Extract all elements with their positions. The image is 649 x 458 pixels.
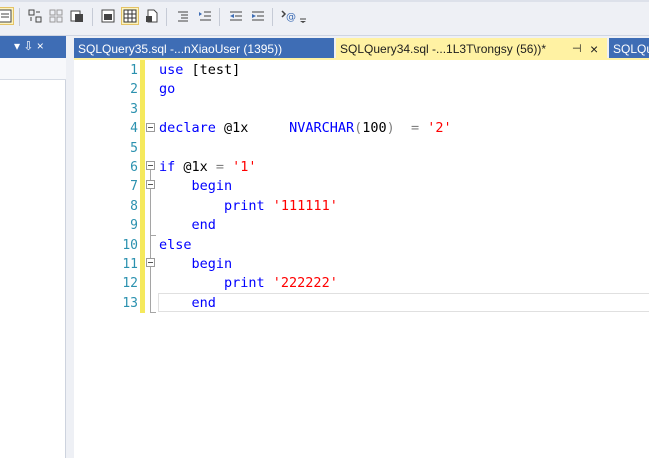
- tab-label: SQLQu: [613, 42, 649, 56]
- line-number: 3: [130, 101, 138, 117]
- panel-header: ▾ ⇩ ×: [0, 36, 66, 58]
- toolbar-separator: [272, 8, 273, 26]
- identifier-token: @1x: [224, 120, 290, 137]
- keyword-token: end: [159, 294, 216, 311]
- string-token: '2': [427, 120, 452, 137]
- toolbar-separator: [219, 8, 220, 26]
- tab-label: SQLQuery34.sql -...1L3T\rongsy (56))*: [340, 42, 547, 56]
- keyword-token: begin: [159, 178, 233, 195]
- code-line[interactable]: end: [159, 216, 216, 235]
- tab-sqlquery-overflow[interactable]: SQLQu: [609, 38, 649, 60]
- specify-values-icon[interactable]: [68, 7, 86, 25]
- document-tab-bar: SQLQuery35.sql -...nXiaoUser (1395)) SQL…: [74, 36, 649, 60]
- code-line[interactable]: begin: [159, 255, 233, 274]
- line-number: 9: [130, 218, 138, 234]
- toolbar-separator: [19, 8, 20, 26]
- format-icon[interactable]: [174, 7, 192, 25]
- uncomment-icon[interactable]: [47, 7, 65, 25]
- code-line[interactable]: else: [159, 236, 192, 255]
- code-line[interactable]: print '222222': [159, 274, 338, 293]
- svg-text:@: @: [286, 12, 296, 23]
- line-number: 8: [130, 198, 138, 214]
- outline-end: [151, 312, 156, 313]
- line-number: 12: [122, 276, 138, 292]
- results-to-grid-active-icon[interactable]: [121, 7, 139, 25]
- tab-sqlquery34[interactable]: SQLQuery34.sql -...1L3T\rongsy (56))* ⊣ …: [336, 38, 607, 60]
- keyword-token: end: [159, 217, 216, 234]
- line-number-margin: 1 2 3 4 5 6 7 8 9 10 11 12 13: [74, 60, 138, 458]
- collapse-icon[interactable]: [146, 123, 155, 132]
- code-line[interactable]: print '111111': [159, 197, 338, 216]
- code-line[interactable]: if @1x = '1': [159, 158, 257, 177]
- toolbar-overflow-icon[interactable]: [298, 7, 308, 25]
- results-to-text-icon[interactable]: [0, 7, 14, 25]
- object-explorer-panel: ▾ ⇩ ×: [0, 36, 66, 458]
- decrease-indent-icon[interactable]: [227, 7, 245, 25]
- tab-label: SQLQuery35.sql -...nXiaoUser (1395)): [78, 42, 283, 56]
- keyword-token: else: [159, 236, 192, 253]
- toolbar-separator: [92, 8, 93, 26]
- increase-indent-icon[interactable]: [249, 7, 267, 25]
- line-number: 5: [130, 140, 138, 156]
- keyword-token: if: [159, 159, 184, 175]
- operator-token: ): [386, 120, 412, 137]
- code-line[interactable]: use [test]: [159, 61, 240, 80]
- pin-icon[interactable]: ⊣: [572, 38, 582, 60]
- keyword-token: use: [159, 62, 192, 78]
- outline-guide: [150, 170, 151, 313]
- operator-token: =: [411, 120, 428, 137]
- line-number: 1: [130, 63, 138, 78]
- string-token: '222222': [272, 275, 338, 292]
- template-params-icon[interactable]: @: [280, 7, 298, 25]
- code-line[interactable]: declare @1x NVARCHAR(100) = '2': [159, 119, 452, 138]
- current-line-highlight: [158, 293, 649, 312]
- close-icon[interactable]: ×: [590, 38, 598, 60]
- collapse-icon[interactable]: [146, 161, 155, 170]
- line-number: 13: [122, 295, 138, 311]
- code-line[interactable]: end: [159, 294, 216, 313]
- identifier-token: @1x: [183, 159, 216, 175]
- outline-end: [151, 235, 156, 236]
- line-number: 4: [130, 121, 138, 137]
- results-to-grid-icon[interactable]: [99, 7, 117, 25]
- keyword-token: go: [159, 81, 176, 98]
- line-number: 7: [130, 179, 138, 195]
- query-editor[interactable]: 1 2 3 4 5 6 7 8 9 10 11 12 13 use [test] go declare @1…: [74, 60, 649, 458]
- identifier-token: [test]: [191, 62, 241, 78]
- line-number: 11: [122, 257, 138, 272]
- line-number: 2: [130, 82, 138, 98]
- keyword-token: NVARCHAR: [289, 120, 355, 137]
- tab-sqlquery35[interactable]: SQLQuery35.sql -...nXiaoUser (1395)): [74, 38, 334, 60]
- line-number: 6: [130, 160, 138, 175]
- panel-header-buttons[interactable]: ▾ ⇩ ×: [14, 39, 44, 53]
- outdent-icon[interactable]: [196, 7, 214, 25]
- line-number: 10: [122, 237, 138, 253]
- change-tracking-bar: [140, 60, 145, 313]
- toolbar-separator: [166, 8, 167, 26]
- panel-toolbar: [0, 58, 66, 80]
- collapse-icon[interactable]: [146, 258, 155, 267]
- collapse-icon[interactable]: [146, 180, 155, 189]
- results-to-file-icon[interactable]: [143, 7, 161, 25]
- sql-editor-toolbar: @: [0, 0, 649, 36]
- string-token: '1': [232, 159, 257, 175]
- code-line[interactable]: begin: [159, 177, 233, 196]
- keyword-token: print: [159, 197, 273, 214]
- comment-icon[interactable]: [26, 7, 44, 25]
- keyword-token: begin: [159, 256, 233, 272]
- operator-token: (: [354, 120, 363, 137]
- identifier-token: 100: [362, 120, 387, 137]
- code-line[interactable]: go: [159, 80, 175, 99]
- keyword-token: print: [159, 275, 273, 292]
- keyword-token: declare: [159, 120, 225, 137]
- string-token: '111111': [272, 197, 338, 214]
- operator-token: =: [215, 159, 233, 175]
- toolbar-top-border: [0, 0, 649, 2]
- panel-splitter[interactable]: [66, 36, 74, 458]
